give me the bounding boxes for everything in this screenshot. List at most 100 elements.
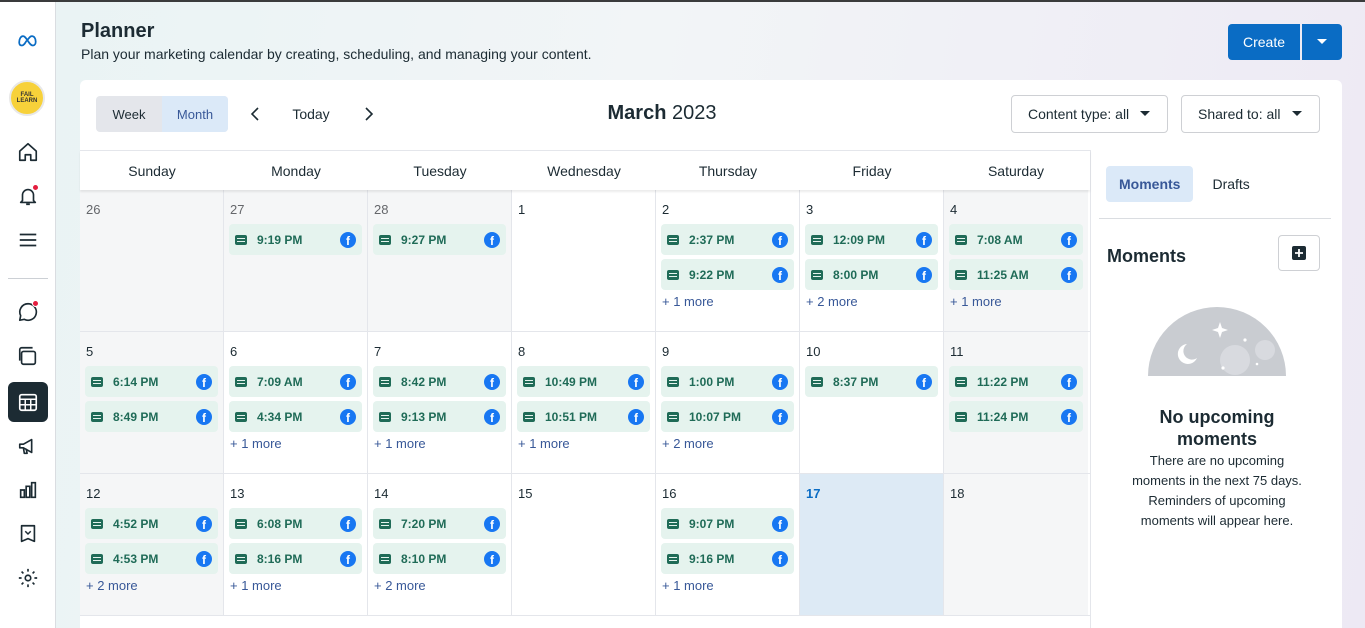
- more-posts-link[interactable]: + 1 more: [229, 578, 362, 593]
- scheduled-post[interactable]: 8:37 PM f: [805, 366, 938, 397]
- shared-to-filter[interactable]: Shared to: all: [1181, 95, 1320, 133]
- tab-drafts[interactable]: Drafts: [1199, 166, 1262, 202]
- previous-month-button[interactable]: [245, 104, 265, 124]
- scheduled-post[interactable]: 12:09 PM f: [805, 224, 938, 255]
- scheduled-post[interactable]: 4:52 PM f: [85, 508, 218, 539]
- more-posts-link[interactable]: + 2 more: [373, 578, 506, 593]
- empty-state-title: No upcoming moments: [1159, 407, 1275, 449]
- month-view-button[interactable]: Month: [162, 96, 228, 132]
- post-icon: [667, 376, 679, 387]
- calendar-day[interactable]: 12 4:52 PM f 4:53 PM f + 2 more: [80, 474, 224, 615]
- calendar-day[interactable]: 16 9:07 PM f 9:16 PM f + 1 more: [656, 474, 800, 615]
- scheduled-post[interactable]: 9:13 PM f: [373, 401, 506, 432]
- planner-icon[interactable]: [8, 382, 48, 422]
- scheduled-post[interactable]: 4:34 PM f: [229, 401, 362, 432]
- create-button[interactable]: Create: [1228, 24, 1300, 60]
- avatar[interactable]: FAIL LEARN: [9, 80, 45, 116]
- more-posts-link[interactable]: + 1 more: [661, 578, 794, 593]
- today-button[interactable]: Today: [276, 96, 346, 132]
- more-posts-link[interactable]: + 1 more: [229, 436, 362, 451]
- post-time: 9:19 PM: [257, 232, 303, 247]
- calendar-day[interactable]: 26: [80, 190, 224, 331]
- scheduled-post[interactable]: 10:49 PM f: [517, 366, 650, 397]
- scheduled-post[interactable]: 7:20 PM f: [373, 508, 506, 539]
- calendar-day[interactable]: 28 9:27 PM f: [368, 190, 512, 331]
- meta-logo-icon[interactable]: [8, 20, 48, 60]
- scheduled-post[interactable]: 10:51 PM f: [517, 401, 650, 432]
- calendar-day[interactable]: 2 2:37 PM f 9:22 PM f + 1 more: [656, 190, 800, 331]
- scheduled-post[interactable]: 11:25 AM f: [949, 259, 1083, 290]
- scheduled-post[interactable]: 8:42 PM f: [373, 366, 506, 397]
- scheduled-post[interactable]: 11:22 PM f: [949, 366, 1083, 397]
- post-icon: [523, 411, 535, 422]
- calendar-day[interactable]: 15: [512, 474, 656, 615]
- scheduled-post[interactable]: 11:24 PM f: [949, 401, 1083, 432]
- calendar-day[interactable]: 8 10:49 PM f 10:51 PM f + 1 more: [512, 332, 656, 473]
- content-type-filter[interactable]: Content type: all: [1011, 95, 1169, 133]
- chat-icon[interactable]: [8, 292, 48, 332]
- scheduled-post[interactable]: 7:09 AM f: [229, 366, 362, 397]
- tab-moments[interactable]: Moments: [1106, 166, 1194, 202]
- post-time: 6:14 PM: [113, 374, 159, 389]
- calendar-day[interactable]: 14 7:20 PM f 8:10 PM f + 2 more: [368, 474, 512, 615]
- scheduled-post[interactable]: 8:49 PM f: [85, 401, 218, 432]
- next-month-button[interactable]: [359, 104, 379, 124]
- scheduled-post[interactable]: 9:16 PM f: [661, 543, 794, 574]
- calendar-day[interactable]: 18: [944, 474, 1088, 615]
- calendar-day[interactable]: 3 12:09 PM f 8:00 PM f + 2 more: [800, 190, 944, 331]
- calendar-day[interactable]: 5 6:14 PM f 8:49 PM f: [80, 332, 224, 473]
- calendar-day[interactable]: 11 11:22 PM f 11:24 PM f: [944, 332, 1088, 473]
- calendar-day[interactable]: 1: [512, 190, 656, 331]
- post-time: 4:53 PM: [113, 551, 159, 566]
- post-icon: [667, 411, 679, 422]
- day-number: 15: [518, 486, 533, 501]
- more-posts-link[interactable]: + 2 more: [85, 578, 218, 593]
- more-posts-link[interactable]: + 2 more: [805, 294, 938, 309]
- scheduled-post[interactable]: 8:10 PM f: [373, 543, 506, 574]
- scheduled-post[interactable]: 10:07 PM f: [661, 401, 794, 432]
- calendar-day[interactable]: 13 6:08 PM f 8:16 PM f + 1 more: [224, 474, 368, 615]
- home-icon[interactable]: [8, 132, 48, 172]
- calendar-day[interactable]: 7 8:42 PM f 9:13 PM f + 1 more: [368, 332, 512, 473]
- scheduled-post[interactable]: 2:37 PM f: [661, 224, 794, 255]
- post-icon: [235, 234, 247, 245]
- more-posts-link[interactable]: + 1 more: [661, 294, 794, 309]
- scheduled-post[interactable]: 9:22 PM f: [661, 259, 794, 290]
- post-icon: [379, 518, 391, 529]
- calendar-day-today[interactable]: 17: [800, 474, 944, 615]
- calendar-day[interactable]: 9 1:00 PM f 10:07 PM f + 2 more: [656, 332, 800, 473]
- create-dropdown-button[interactable]: [1302, 24, 1342, 60]
- scheduled-post[interactable]: 6:14 PM f: [85, 366, 218, 397]
- calendar-day[interactable]: 27 9:19 PM f: [224, 190, 368, 331]
- insights-icon[interactable]: [8, 470, 48, 510]
- calendar-day[interactable]: 6 7:09 AM f 4:34 PM f + 1 more: [224, 332, 368, 473]
- post-time: 8:00 PM: [833, 267, 879, 282]
- week-view-button[interactable]: Week: [96, 96, 162, 132]
- more-posts-link[interactable]: + 1 more: [949, 294, 1083, 309]
- scheduled-post[interactable]: 6:08 PM f: [229, 508, 362, 539]
- scheduled-post[interactable]: 9:19 PM f: [229, 224, 362, 255]
- scheduled-post[interactable]: 8:00 PM f: [805, 259, 938, 290]
- scheduled-post[interactable]: 8:16 PM f: [229, 543, 362, 574]
- content-icon[interactable]: [8, 336, 48, 376]
- calendar-day[interactable]: 10 8:37 PM f: [800, 332, 944, 473]
- scheduled-post[interactable]: 7:08 AM f: [949, 224, 1083, 255]
- post-time: 9:27 PM: [401, 232, 447, 247]
- calendar-day[interactable]: 4 7:08 AM f 11:25 AM f + 1 more: [944, 190, 1088, 331]
- menu-icon[interactable]: [8, 220, 48, 260]
- post-icon: [955, 234, 967, 245]
- scheduled-post[interactable]: 9:27 PM f: [373, 224, 506, 255]
- settings-icon[interactable]: [8, 558, 48, 598]
- more-posts-link[interactable]: + 1 more: [517, 436, 650, 451]
- inbox-icon[interactable]: [8, 514, 48, 554]
- scheduled-post[interactable]: 9:07 PM f: [661, 508, 794, 539]
- more-posts-link[interactable]: + 1 more: [373, 436, 506, 451]
- add-moment-button[interactable]: [1278, 235, 1320, 271]
- scheduled-post[interactable]: 1:00 PM f: [661, 366, 794, 397]
- notifications-icon[interactable]: [8, 176, 48, 216]
- facebook-icon: f: [340, 408, 356, 425]
- ads-icon[interactable]: [8, 426, 48, 466]
- calendar-week: 5 6:14 PM f 8:49 PM f 6 7:09 AM f 4:34 PM f + 1 mo…: [80, 332, 1090, 474]
- scheduled-post[interactable]: 4:53 PM f: [85, 543, 218, 574]
- more-posts-link[interactable]: + 2 more: [661, 436, 794, 451]
